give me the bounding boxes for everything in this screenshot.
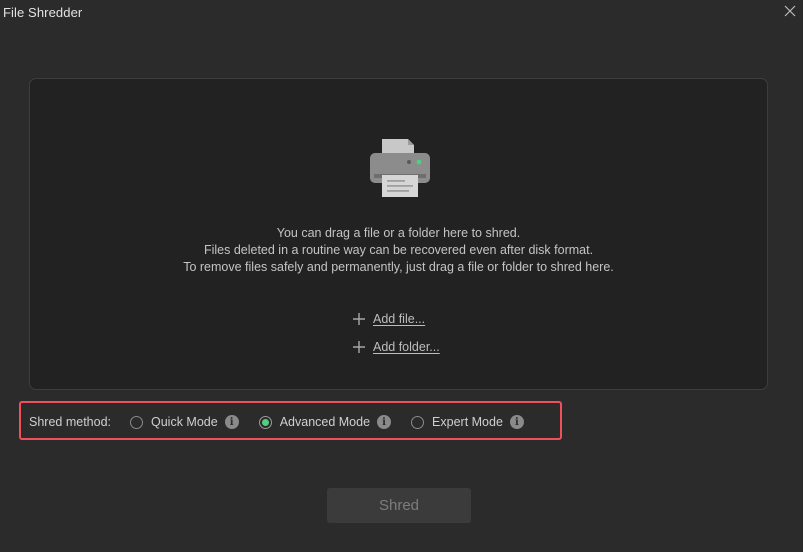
advanced-mode-option[interactable]: Advanced Mode i bbox=[258, 415, 392, 429]
expert-mode-radio[interactable] bbox=[411, 415, 425, 429]
add-folder-link[interactable]: Add folder... bbox=[352, 340, 440, 354]
info-icon[interactable]: i bbox=[224, 415, 239, 429]
quick-mode-label: Quick Mode bbox=[151, 415, 218, 429]
advanced-mode-radio[interactable] bbox=[258, 415, 272, 429]
drop-hint-line-3: To remove files safely and permanently, … bbox=[183, 260, 614, 274]
drop-hint-line-2: Files deleted in a routine way can be re… bbox=[203, 243, 594, 257]
add-file-link[interactable]: Add file... bbox=[352, 312, 425, 326]
expert-mode-label: Expert Mode bbox=[432, 415, 503, 429]
close-icon bbox=[784, 5, 796, 17]
shred-method-label: Shred method: bbox=[29, 415, 111, 429]
close-button[interactable] bbox=[781, 2, 799, 20]
quick-mode-radio[interactable] bbox=[130, 415, 143, 429]
window-title: File Shredder bbox=[3, 5, 83, 20]
info-icon[interactable]: i bbox=[509, 415, 524, 429]
printer-icon bbox=[370, 139, 430, 197]
add-folder-label: Add folder... bbox=[373, 340, 440, 354]
drop-hint-line-1: You can drag a file or a folder here to … bbox=[276, 226, 521, 240]
quick-mode-option[interactable]: Quick Mode i bbox=[130, 415, 239, 429]
drop-zone[interactable]: You can drag a file or a folder here to … bbox=[29, 78, 768, 390]
shred-button[interactable]: Shred bbox=[327, 488, 471, 523]
add-file-label: Add file... bbox=[373, 312, 426, 326]
plus-icon bbox=[353, 313, 365, 325]
expert-mode-option[interactable]: Expert Mode i bbox=[411, 415, 524, 429]
shred-method-group: Shred method: Quick Mode i Advanced Mode… bbox=[29, 413, 524, 431]
info-icon[interactable]: i bbox=[377, 415, 392, 429]
file-shredder-window: File Shredder You can drag a file or a f… bbox=[0, 0, 803, 552]
radio-selected-dot bbox=[261, 418, 269, 426]
plus-icon bbox=[353, 341, 365, 353]
advanced-mode-label: Advanced Mode bbox=[279, 415, 371, 429]
